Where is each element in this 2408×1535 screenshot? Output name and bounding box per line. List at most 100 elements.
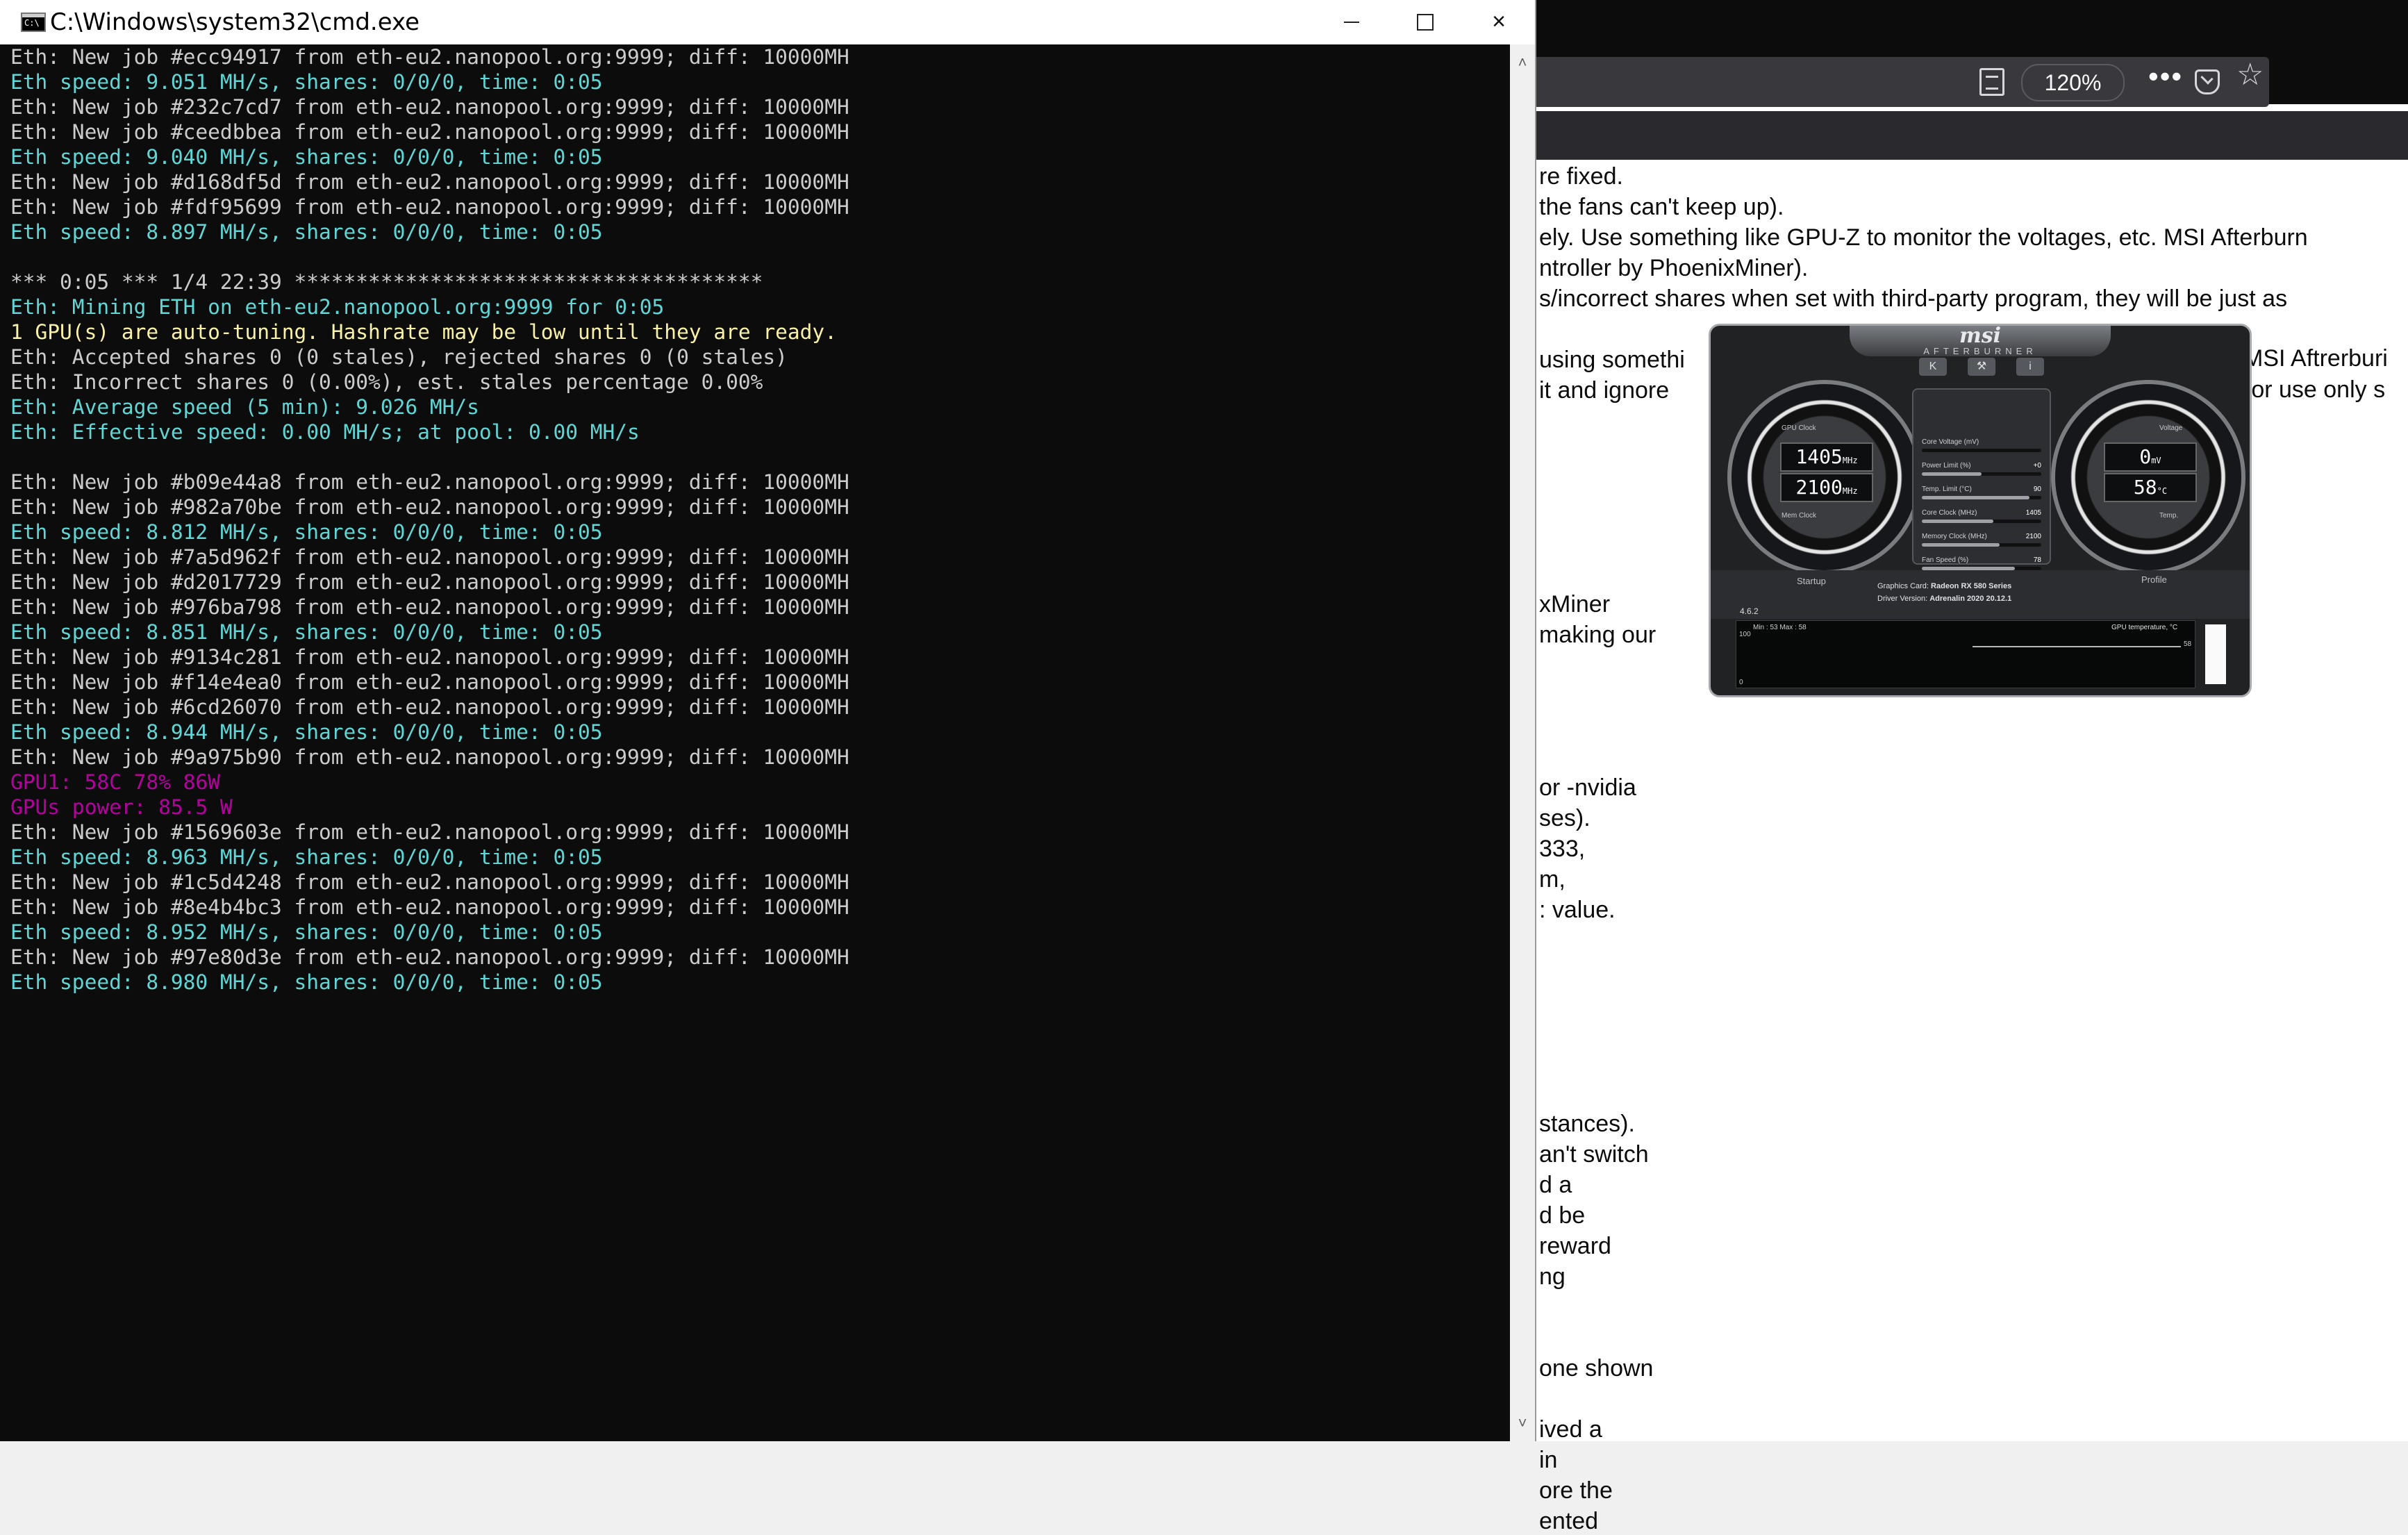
graph-scrollbar — [2205, 624, 2226, 684]
scroll-down-arrow-icon[interactable]: ˅ — [1510, 1411, 1535, 1436]
article-line: or -nvidia — [1539, 774, 1636, 801]
article-line: stances). — [1539, 1111, 1635, 1137]
browser-toolbar-strip — [1521, 111, 2408, 160]
console-output[interactable]: Eth: New job #ecc94917 from eth-eu2.nano… — [10, 44, 1509, 1434]
slider-name: Temp. Limit (°C) — [1922, 486, 1972, 493]
console-line: Eth: Average speed (5 min): 9.026 MH/s — [10, 395, 479, 419]
afterburner-slider: Memory Clock (MHz) 2100 — [1922, 533, 2041, 554]
graph-top-tick: 100 — [1739, 631, 1751, 638]
slider-name: Core Voltage (mV) — [1922, 438, 1979, 446]
window-title: C:\Windows\system32\cmd.exe — [50, 8, 420, 36]
maximize-button[interactable] — [1389, 0, 1461, 44]
gpu-clock-gauge: GPU Clock 1405MHz 2100MHz Mem Clock — [1727, 380, 1922, 574]
console-scrollbar[interactable]: ˄ ˅ — [1510, 44, 1535, 1441]
console-line: Eth: New job #976ba798 from eth-eu2.nano… — [10, 595, 849, 619]
console-line: Eth speed: 8.963 MH/s, shares: 0/0/0, ti… — [10, 845, 603, 869]
slider-track — [1922, 496, 2041, 499]
afterburner-k-button: K — [1919, 358, 1947, 376]
console-line: Eth: New job #b09e44a8 from eth-eu2.nano… — [10, 470, 849, 494]
console-line: 1 GPU(s) are auto-tuning. Hashrate may b… — [10, 320, 837, 344]
zoom-level-button[interactable]: 120% — [2021, 64, 2125, 101]
voltage-label: Voltage — [2159, 424, 2183, 432]
scroll-up-arrow-icon[interactable]: ˄ — [1510, 50, 1535, 75]
console-line: Eth: Incorrect shares 0 (0.00%), est. st… — [10, 370, 763, 394]
slider-fill — [1922, 543, 2000, 547]
temp-label: Temp. — [2159, 512, 2179, 520]
page-actions-menu-icon[interactable]: ••• — [2148, 62, 2183, 91]
afterburner-wordmark: AFTERBURNER — [1923, 346, 2037, 356]
reader-view-icon[interactable] — [1979, 68, 2004, 96]
article-line: making our — [1539, 622, 1656, 648]
console-line: Eth: New job #8e4b4bc3 from eth-eu2.nano… — [10, 895, 849, 919]
driver-value: Adrenalin 2020 20.12.1 — [1929, 595, 2012, 603]
graph-temperature-line — [1973, 646, 2181, 647]
slider-fill — [1922, 472, 1982, 476]
console-line: Eth: Effective speed: 0.00 MH/s; at pool… — [10, 420, 640, 444]
slider-name: Fan Speed (%) — [1922, 556, 1969, 564]
cmd-title-bar[interactable]: C:\Windows\system32\cmd.exe × — [0, 0, 1535, 44]
graph-min-max: Min : 53 Max : 58 — [1753, 624, 1807, 631]
afterburner-slider: Power Limit (%) +0 — [1922, 462, 2041, 483]
console-line: Eth: New job #6cd26070 from eth-eu2.nano… — [10, 695, 849, 719]
minimize-button[interactable] — [1315, 0, 1388, 44]
graphics-card-label: Graphics Card: — [1877, 582, 1929, 590]
console-line: Eth: New job #982a70be from eth-eu2.nano… — [10, 495, 849, 519]
afterburner-info-button: i — [2016, 358, 2044, 376]
article-line: the fans can't keep up). — [1539, 194, 1784, 220]
console-line: Eth speed: 8.897 MH/s, shares: 0/0/0, ti… — [10, 220, 603, 244]
console-line: Eth: New job #ceedbbea from eth-eu2.nano… — [10, 120, 849, 144]
console-line: Eth: New job #d168df5d from eth-eu2.nano… — [10, 170, 849, 194]
temp-value: 58 — [2133, 476, 2157, 499]
article-line: one shown — [1539, 1355, 1654, 1382]
mem-clock-label: Mem Clock — [1782, 512, 1817, 520]
slider-track — [1922, 449, 2041, 452]
article-line: ng — [1539, 1263, 1566, 1290]
close-button[interactable]: × — [1463, 0, 1535, 44]
graph-value-label: 58 — [2184, 640, 2192, 648]
gpu-clock-value: 1405 — [1795, 445, 1843, 468]
slider-fill — [1922, 496, 2029, 499]
console-line: Eth speed: 8.851 MH/s, shares: 0/0/0, ti… — [10, 620, 603, 644]
bookmark-star-icon[interactable]: ☆ — [2236, 60, 2264, 90]
console-line: Eth: New job #7a5d962f from eth-eu2.nano… — [10, 545, 849, 569]
console-line: Eth speed: 8.944 MH/s, shares: 0/0/0, ti… — [10, 720, 603, 744]
console-line: Eth: New job #d2017729 from eth-eu2.nano… — [10, 570, 849, 594]
slider-track — [1922, 520, 2041, 523]
article-line: re fixed. — [1539, 163, 1623, 190]
unit-mhz: MHz — [1842, 486, 1858, 496]
afterburner-version: 4.6.2 — [1740, 606, 1759, 616]
startup-label: Startup — [1797, 576, 1826, 586]
temp-readout: 58°C — [2104, 473, 2197, 502]
article-line: ented — [1539, 1508, 1599, 1534]
console-line: Eth: Mining ETH on eth-eu2.nanopool.org:… — [10, 295, 665, 319]
article-line: reward — [1539, 1233, 1611, 1259]
console-line: Eth: Accepted shares 0 (0 stales), rejec… — [10, 345, 788, 369]
unit-mhz: MHz — [1842, 456, 1858, 465]
graphics-card-info: Graphics Card: Radeon RX 580 Series Driv… — [1877, 580, 2086, 608]
pocket-icon[interactable] — [2195, 69, 2220, 94]
console-line: Eth: New job #9a975b90 from eth-eu2.nano… — [10, 745, 849, 769]
console-line: Eth: New job #1c5d4248 from eth-eu2.nano… — [10, 870, 849, 894]
slider-name: Power Limit (%) — [1922, 462, 1971, 470]
unit-c: °C — [2157, 486, 2168, 496]
slider-value: 1405 — [2025, 509, 2041, 517]
console-line: Eth: New job #ecc94917 from eth-eu2.nano… — [10, 45, 849, 69]
console-line: Eth: New job #97e80d3e from eth-eu2.nano… — [10, 945, 849, 969]
slider-value: 90 — [2033, 486, 2041, 493]
afterburner-scanner-button: ⚒ — [1968, 358, 1995, 376]
browser-toolbar: 120% ••• ☆ — [1521, 57, 2269, 107]
article-line: ses). — [1539, 805, 1591, 831]
slider-track — [1922, 543, 2041, 547]
cmd-app-icon[interactable] — [21, 13, 46, 32]
afterburner-slider-panel: Core Voltage (mV) Power Limit (%) +0 Temp. … — [1912, 388, 2051, 570]
console-line: *** 0:05 *** 1/4 22:39 *****************… — [10, 270, 763, 294]
article-line: xMiner — [1539, 591, 1611, 617]
graph-label: GPU temperature, °C — [2111, 624, 2178, 631]
console-line: Eth speed: 9.051 MH/s, shares: 0/0/0, ti… — [10, 70, 603, 94]
article-line: using somethi — [1539, 347, 1685, 373]
maximize-icon — [1417, 14, 1434, 31]
driver-label: Driver Version: — [1877, 595, 1928, 603]
cmd-window[interactable]: C:\Windows\system32\cmd.exe × Eth: New j… — [0, 0, 1536, 1441]
article-line: ore the — [1539, 1477, 1613, 1504]
console-line: GPUs power: 85.5 W — [10, 795, 233, 819]
